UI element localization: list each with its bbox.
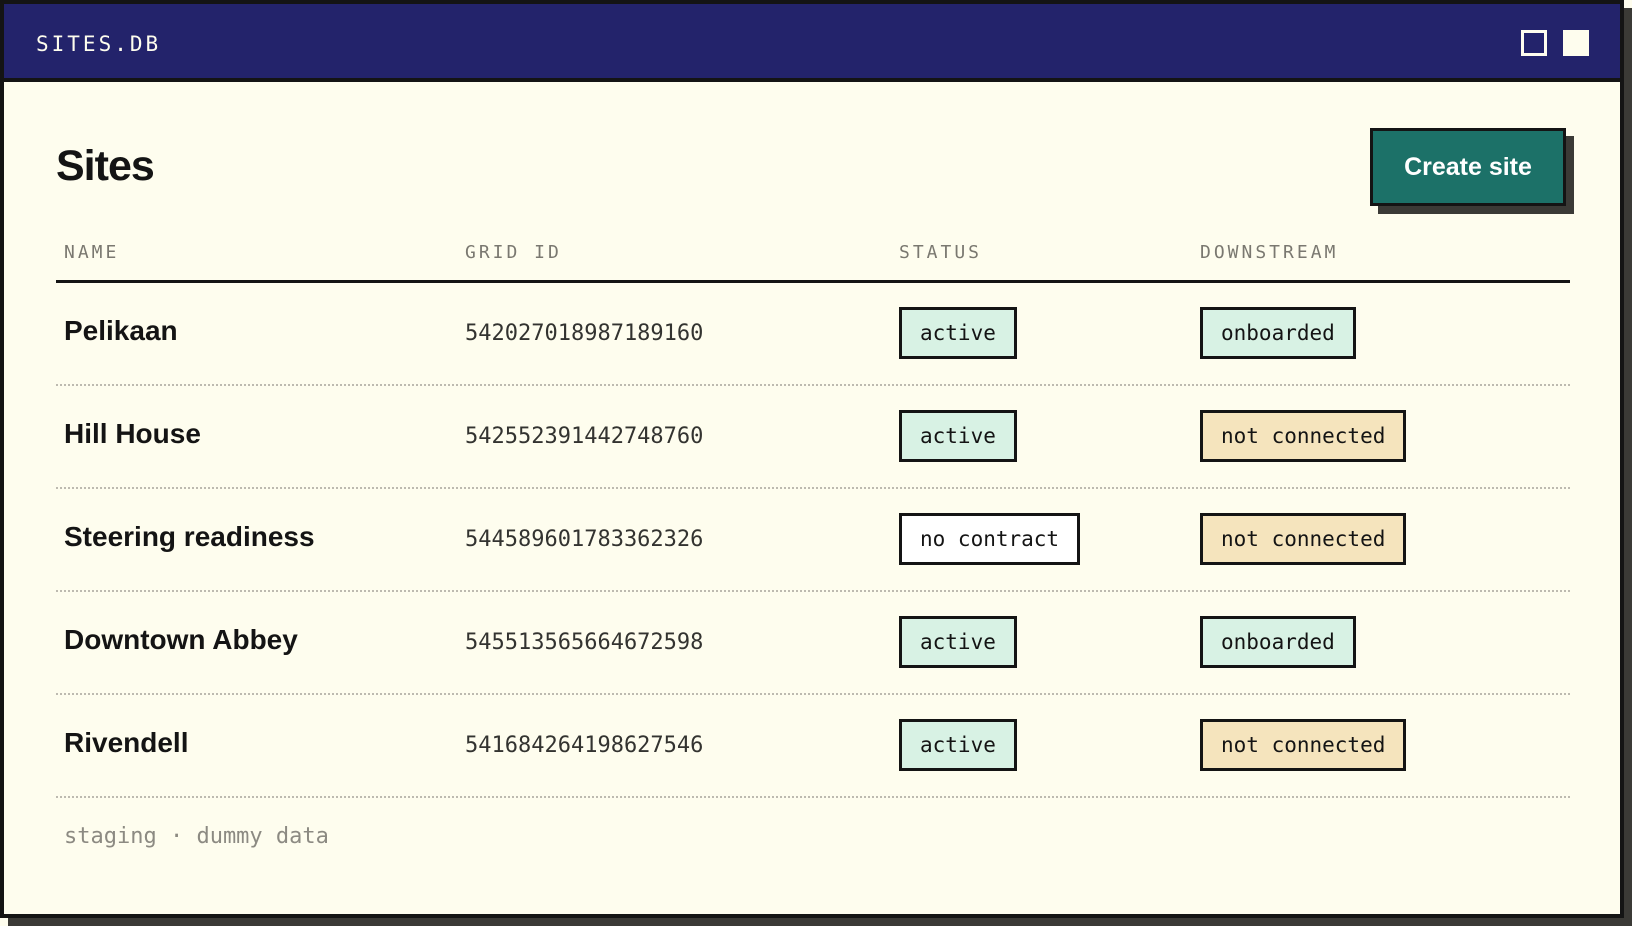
grid-id: 541684264198627546: [465, 733, 704, 758]
column-header-downstream[interactable]: DOWNSTREAM: [1200, 242, 1338, 263]
table-row[interactable]: Hill House 542552391442748760 active not…: [56, 386, 1570, 489]
status-badge: active: [899, 307, 1017, 359]
site-name[interactable]: Pelikaan: [64, 315, 178, 347]
table-header: NAME GRID ID STATUS DOWNSTREAM: [56, 222, 1570, 283]
grid-id: 542552391442748760: [465, 424, 704, 449]
page-title: Sites: [56, 142, 155, 190]
column-header-status[interactable]: STATUS: [899, 242, 982, 263]
status-badge: active: [899, 719, 1017, 771]
site-name[interactable]: Hill House: [64, 418, 201, 450]
downstream-badge: not connected: [1200, 410, 1407, 462]
status-badge: active: [899, 410, 1017, 462]
downstream-badge: not connected: [1200, 719, 1407, 771]
status-badge: active: [899, 616, 1017, 668]
site-name[interactable]: Rivendell: [64, 727, 188, 759]
downstream-badge: onboarded: [1200, 616, 1356, 668]
site-name[interactable]: Downtown Abbey: [64, 624, 298, 656]
square-outline-icon[interactable]: [1521, 30, 1547, 56]
square-filled-icon[interactable]: [1563, 30, 1589, 56]
status-badge: no contract: [899, 513, 1081, 565]
title-bar: SITES.DB: [4, 4, 1620, 82]
table-row[interactable]: Downtown Abbey 545513565664672598 active…: [56, 592, 1570, 695]
environment-note: staging · dummy data: [64, 824, 329, 849]
column-header-grid-id[interactable]: GRID ID: [465, 242, 562, 263]
sites-table: NAME GRID ID STATUS DOWNSTREAM Pelikaan …: [56, 222, 1570, 798]
app-window: SITES.DB Sites Create site NAME GRID ID …: [0, 0, 1624, 918]
grid-id: 544589601783362326: [465, 527, 704, 552]
downstream-badge: onboarded: [1200, 307, 1356, 359]
table-row[interactable]: Pelikaan 542027018987189160 active onboa…: [56, 283, 1570, 386]
downstream-badge: not connected: [1200, 513, 1407, 565]
create-site-button[interactable]: Create site: [1370, 128, 1566, 206]
grid-id: 542027018987189160: [465, 321, 704, 346]
grid-id: 545513565664672598: [465, 630, 704, 655]
column-header-name[interactable]: NAME: [64, 242, 119, 263]
site-name[interactable]: Steering readiness: [64, 521, 315, 553]
app-title: SITES.DB: [36, 32, 162, 56]
table-row[interactable]: Steering readiness 544589601783362326 no…: [56, 489, 1570, 592]
table-row[interactable]: Rivendell 541684264198627546 active not …: [56, 695, 1570, 798]
